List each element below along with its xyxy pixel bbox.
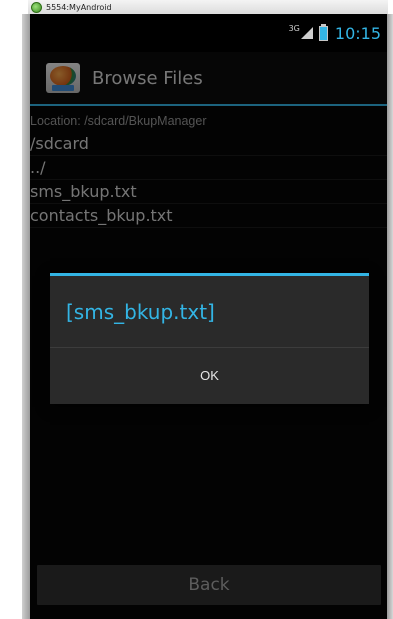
emulator-app-icon — [31, 1, 42, 13]
status-bar: 3G 10:15 — [30, 14, 387, 52]
back-button[interactable]: Back — [37, 565, 381, 605]
battery-icon — [318, 23, 328, 41]
ok-button[interactable]: OK — [50, 348, 369, 402]
emulator-title-bar: 5554:MyAndroid — [28, 0, 388, 15]
emulator-frame-right — [386, 14, 393, 619]
dialog-title: [sms_bkup.txt] — [50, 276, 369, 348]
status-clock: 10:15 — [334, 23, 381, 43]
emulator-title: 5554:MyAndroid — [46, 2, 112, 12]
device-screen: 3G 10:15 Browse Files Location: /sdcard/… — [30, 14, 387, 619]
dialog: [sms_bkup.txt] OK — [50, 273, 369, 404]
signal-icon — [300, 27, 313, 39]
network-type: 3G — [288, 23, 300, 33]
